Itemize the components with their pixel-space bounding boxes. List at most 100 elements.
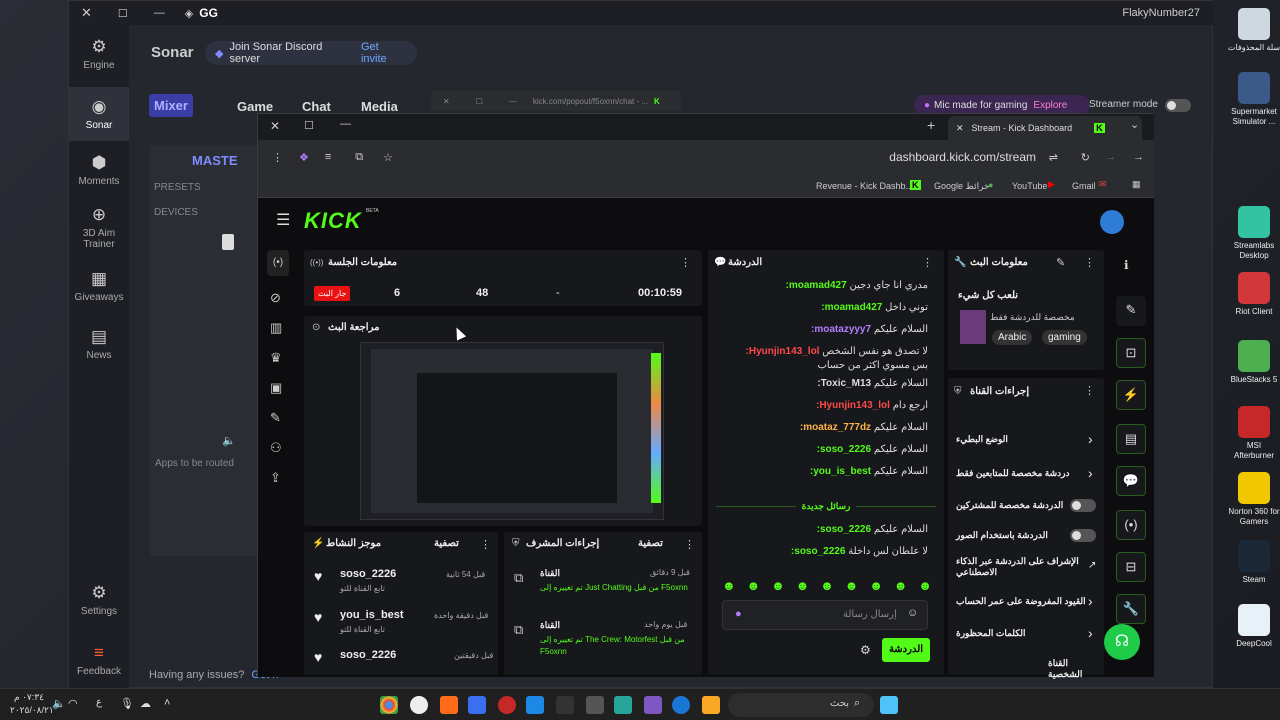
activity-filter[interactable]: تصفية [434,538,459,549]
bolt-rail-button[interactable]: ⚡ [1116,380,1146,410]
edit-icon[interactable]: ✎ [1056,256,1065,269]
video-icon[interactable]: ▣ [270,380,282,396]
bookmark-revenue[interactable]: Revenue - Kick Dashb... [816,181,913,191]
cloud-icon[interactable]: ☁ [140,697,151,710]
desktop-icon-deepcool[interactable]: DeepCool [1226,604,1280,649]
upload-icon[interactable]: ⇪ [270,470,281,486]
extension-avatar-icon[interactable]: ❖ [299,151,309,164]
reload-icon[interactable]: ↻ [1081,151,1090,164]
emoji-icon[interactable]: ☺ [907,607,918,619]
back-icon[interactable]: → [1133,151,1144,163]
emotes-only-toggle[interactable] [1070,529,1096,542]
emote-icon[interactable]: ☻ [796,578,810,596]
apps-grid-icon[interactable]: ▦ [1132,179,1141,190]
volume-slider-handle[interactable] [222,234,234,250]
close-icon[interactable]: ✕ [270,119,280,133]
store-taskbar-icon[interactable] [614,696,632,714]
chat-input[interactable]: ● إرسال رسالة ☺ [722,600,928,630]
chat-username[interactable]: moamad427: [786,280,850,291]
extensions-icon[interactable]: ⧉ [355,151,363,164]
edge-taskbar-icon[interactable] [672,696,690,714]
explore-link[interactable]: Explore [1033,100,1067,111]
desktop-icon-riot[interactable]: Riot Client [1226,272,1280,317]
desktop-icon-norton[interactable]: Norton 360 for Gamers [1226,472,1280,527]
site-settings-icon[interactable]: ⇌ [1049,151,1058,164]
chat-settings-icon[interactable]: ⚙ [860,643,871,657]
mic-tray-icon[interactable]: 🎙 [120,697,134,710]
folder-taskbar-icon[interactable] [702,696,720,714]
chat-username[interactable]: you_is_best: [810,466,874,477]
minimize-icon[interactable]: — [154,7,165,19]
emote-icon[interactable]: ☻ [845,578,859,596]
maximize-icon[interactable]: ☐ [476,97,483,106]
users-icon[interactable]: ⚇ [270,440,282,456]
emote-icon[interactable]: ☻ [771,578,785,596]
tab-chat[interactable]: Chat [302,99,331,114]
bookmark-star-icon[interactable]: ☆ [383,151,393,164]
support-chat-button[interactable]: ☊ [1104,624,1140,660]
url-bar[interactable]: dashboard.kick.com/stream [889,150,1036,164]
close-icon[interactable]: ✕ [443,97,450,106]
live-icon[interactable]: (•) [267,250,289,276]
analytics-icon[interactable]: ▥ [270,320,282,336]
document-rail-button[interactable]: ▤ [1116,424,1146,454]
layout-rail-button[interactable]: ⊟ [1116,552,1146,582]
sidebar-item-news[interactable]: ▤ News [69,327,129,363]
bookmark-maps[interactable]: Google خرائط [934,181,990,192]
steelseries-taskbar-icon[interactable] [410,696,428,714]
bookmark-gmail[interactable]: Gmail [1072,181,1096,191]
tab-mixer[interactable]: Mixer [149,94,193,117]
panel-menu-icon[interactable]: ⋮ [480,538,491,551]
desktop-icon-streamlabs[interactable]: Streamlabs Desktop [1226,206,1280,261]
panel-menu-icon[interactable]: ⋮ [922,256,933,269]
camera-rail-button[interactable]: ⊡ [1116,338,1146,368]
bookmark-youtube[interactable]: YouTube [1012,181,1047,191]
browser-tab[interactable]: ✕ Stream - Kick Dashboard K [948,116,1142,140]
tab-dropdown-icon[interactable]: ⌄ [1130,118,1139,131]
trophy-icon[interactable]: ♛ [270,350,282,366]
tab-media[interactable]: Media [361,99,398,114]
sidebar-item-engine[interactable]: ⚙ Engine [69,37,129,87]
discord-banner[interactable]: ◆ Join Sonar Discord server Get invite [205,41,417,65]
wifi-icon[interactable]: ◠ [68,697,78,710]
desktop-icon-recycle-bin[interactable]: سلة المحذوفات [1226,8,1280,53]
panel-menu-icon[interactable]: ⋮ [1084,384,1095,397]
edit-rail-button[interactable]: ✎ [1116,296,1146,326]
emote-icon[interactable]: ☻ [747,578,761,596]
maximize-icon[interactable]: ☐ [118,7,128,20]
chrome-taskbar-icon[interactable] [380,696,398,714]
sidebar-item-moments[interactable]: ⬢ Moments [69,153,129,193]
sidebar-item-giveaways[interactable]: ▦ Giveaways [69,269,129,305]
mod-filter[interactable]: تصفية [638,538,663,549]
info-icon[interactable]: ℹ [1124,258,1129,272]
streamer-mode-toggle[interactable] [1165,99,1191,112]
tag-gaming[interactable]: gaming [1042,330,1087,345]
avatar[interactable] [1100,210,1124,234]
panel-menu-icon[interactable]: ⋮ [684,538,695,551]
app-taskbar-icon[interactable] [644,696,662,714]
sidebar-item-sonar[interactable]: ◉ Sonar [69,87,129,141]
chat-rail-button[interactable]: 💬 [1116,466,1146,496]
taskbar-search[interactable]: بحث ⌕ [728,693,874,717]
chevron-up-icon[interactable]: ˄ [164,697,170,709]
mic-icon[interactable]: ● [735,608,742,620]
chat-username[interactable]: Toxic_M13: [817,378,874,389]
wrench-rail-button[interactable]: 🔧 [1116,594,1146,624]
desktop-icon-msi[interactable]: MSI Afterburner [1226,406,1280,461]
emote-icon[interactable]: ☻ [894,578,908,596]
panel-menu-icon[interactable]: ⋮ [1084,256,1095,269]
chat-username[interactable]: moamad427: [821,302,885,313]
app-taskbar-icon[interactable] [586,696,604,714]
subs-only-toggle[interactable] [1070,499,1096,512]
app-taskbar-icon[interactable] [526,696,544,714]
app-taskbar-icon[interactable] [468,696,486,714]
app-taskbar-icon[interactable] [440,696,458,714]
maximize-icon[interactable]: ☐ [304,119,314,132]
emote-icon[interactable]: ☻ [820,578,834,596]
forward-icon[interactable]: → [1105,151,1116,163]
hamburger-icon[interactable]: ☰ [276,210,290,230]
chat-username[interactable]: moatazyyy7: [811,324,874,335]
minimize-icon[interactable]: — [340,118,351,130]
menu-dots-icon[interactable]: ⋮ [272,151,283,164]
desktop-icon-supermarket[interactable]: Supermarket Simulator ... [1226,72,1280,127]
